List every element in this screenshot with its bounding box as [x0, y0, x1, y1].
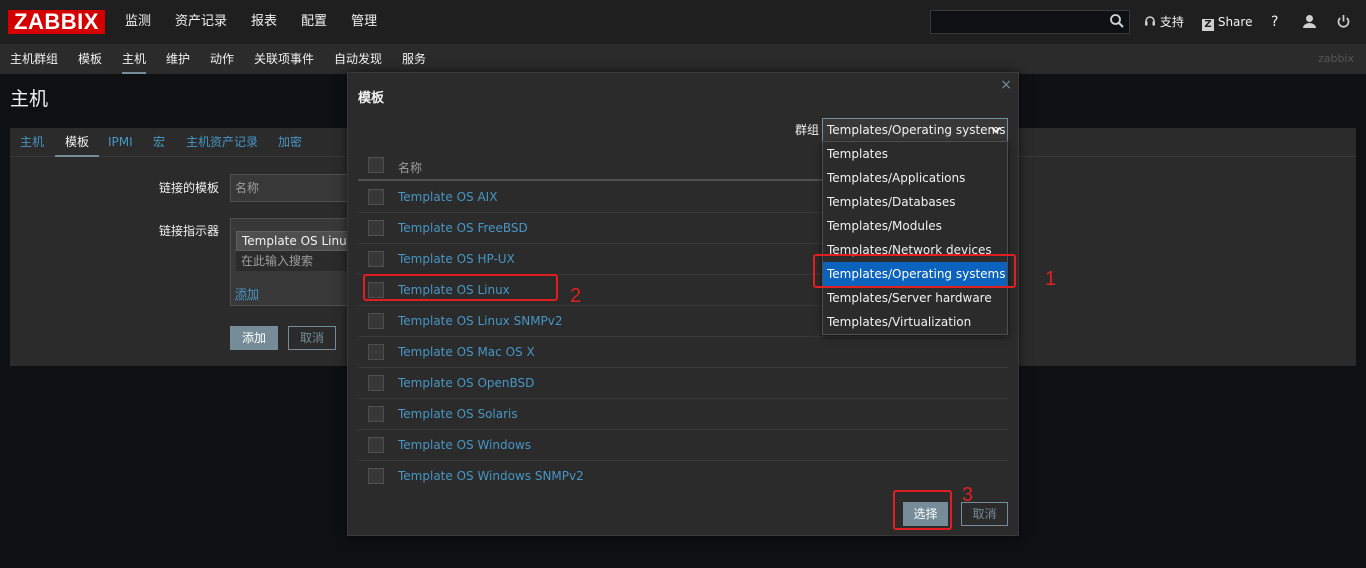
brand-text: zabbix — [1317, 52, 1354, 65]
tab-templates[interactable]: 模板 — [55, 128, 100, 157]
table-row: Template OS Windows SNMPv2 — [358, 461, 1008, 492]
group-dropdown-list: Templates Templates/Applications Templat… — [822, 141, 1008, 335]
submenu-services[interactable]: 服务 — [402, 44, 426, 74]
tab-ipmi[interactable]: IPMI — [108, 128, 133, 157]
row-checkbox[interactable] — [368, 406, 384, 422]
search-icon[interactable] — [1109, 13, 1125, 29]
linked-templates-name-input[interactable]: 名称 — [230, 174, 350, 202]
support-label: 支持 — [1159, 15, 1184, 29]
group-label: 群组 — [795, 123, 820, 137]
headset-icon — [1145, 16, 1155, 26]
help-icon[interactable]: ? — [1271, 0, 1278, 44]
annotation-number-1: 1 — [1045, 268, 1057, 290]
submenu-host-groups[interactable]: 主机群组 — [10, 44, 58, 74]
submenu-templates[interactable]: 模板 — [78, 44, 102, 74]
group-select[interactable]: Templates/Operating systems — [822, 118, 1008, 142]
annotation-box-2 — [363, 274, 558, 301]
dropdown-option[interactable]: Templates/Modules — [823, 214, 1007, 238]
close-icon[interactable]: × — [1000, 77, 1012, 93]
form-add-button[interactable]: 添加 — [230, 326, 278, 350]
global-search-input[interactable] — [930, 10, 1130, 34]
submenu-discovery[interactable]: 自动发现 — [334, 44, 382, 74]
dropdown-option[interactable]: Templates/Databases — [823, 190, 1007, 214]
template-link[interactable]: Template OS Windows — [398, 438, 531, 452]
dialog-title: 模板 — [358, 91, 385, 106]
multiselect-search-input[interactable]: 在此输入搜索 — [236, 251, 348, 271]
dropdown-option[interactable]: Templates/Applications — [823, 166, 1007, 190]
tab-host[interactable]: 主机 — [20, 128, 44, 157]
row-checkbox[interactable] — [368, 375, 384, 391]
dropdown-option[interactable]: Templates/Virtualization — [823, 310, 1007, 334]
menu-configuration[interactable]: 配置 — [301, 0, 327, 44]
share-label: Share — [1217, 15, 1253, 29]
submenu-hosts[interactable]: 主机 — [122, 44, 147, 74]
table-row: Template OS Mac OS X — [358, 337, 1008, 368]
menu-reports[interactable]: 报表 — [251, 0, 277, 44]
template-link[interactable]: Template OS Linux SNMPv2 — [398, 314, 563, 328]
link-indicator-label: 链接指示器 — [159, 224, 220, 238]
share-z-icon: Z — [1202, 19, 1214, 31]
submenu-actions[interactable]: 动作 — [210, 44, 234, 74]
linked-templates-label: 链接的模板 — [159, 181, 220, 195]
main-menu: 监测 资产记录 报表 配置 管理 — [125, 0, 401, 44]
menu-inventory[interactable]: 资产记录 — [175, 0, 227, 44]
menu-administration[interactable]: 管理 — [351, 0, 377, 44]
row-checkbox[interactable] — [368, 313, 384, 329]
sub-menu: 主机群组 模板 主机 维护 动作 关联项事件 自动发现 服务 zabbix — [0, 44, 1366, 74]
tab-encryption[interactable]: 加密 — [278, 128, 302, 157]
template-link[interactable]: Template OS Windows SNMPv2 — [398, 469, 584, 483]
template-link[interactable]: Template OS HP-UX — [398, 252, 515, 266]
row-checkbox[interactable] — [368, 468, 384, 484]
annotation-number-2: 2 — [570, 285, 582, 307]
column-name-header[interactable]: 名称 — [398, 159, 422, 176]
group-select-value: Templates/Operating systems — [827, 123, 1006, 137]
support-link[interactable]: 支持 — [1144, 0, 1184, 44]
row-checkbox[interactable] — [368, 220, 384, 236]
chevron-down-icon — [991, 126, 1001, 134]
template-link[interactable]: Template OS AIX — [398, 190, 497, 204]
template-link[interactable]: Template OS FreeBSD — [398, 221, 528, 235]
table-row: Template OS Windows — [358, 430, 1008, 461]
menu-monitoring[interactable]: 监测 — [125, 0, 151, 44]
annotation-number-3: 3 — [962, 484, 974, 506]
add-link[interactable]: 添加 — [235, 285, 259, 302]
row-checkbox[interactable] — [368, 251, 384, 267]
row-checkbox[interactable] — [368, 189, 384, 205]
sign-out-icon[interactable] — [1336, 14, 1351, 29]
top-navigation-bar: ZABBIX 监测 资产记录 报表 配置 管理 支持 Z Share ? — [0, 0, 1366, 44]
row-checkbox[interactable] — [368, 344, 384, 360]
table-row: Template OS Solaris — [358, 399, 1008, 430]
share-link[interactable]: Z Share — [1202, 0, 1252, 44]
dropdown-option[interactable]: Templates — [823, 142, 1007, 166]
table-row: Template OS OpenBSD — [358, 368, 1008, 399]
template-link[interactable]: Template OS Solaris — [398, 407, 518, 421]
template-link[interactable]: Template OS Mac OS X — [398, 345, 535, 359]
zabbix-logo[interactable]: ZABBIX — [8, 10, 105, 34]
row-checkbox[interactable] — [368, 437, 384, 453]
tab-inventory[interactable]: 主机资产记录 — [186, 128, 258, 157]
template-link[interactable]: Template OS OpenBSD — [398, 376, 534, 390]
page-title: 主机 — [10, 88, 49, 110]
annotation-box-3 — [893, 490, 952, 530]
dropdown-option[interactable]: Templates/Server hardware — [823, 286, 1007, 310]
user-profile-icon[interactable] — [1302, 14, 1317, 29]
selected-template-chip[interactable]: Template OS Linux — [236, 231, 348, 251]
tab-macros[interactable]: 宏 — [153, 128, 165, 157]
submenu-maintenance[interactable]: 维护 — [166, 44, 190, 74]
annotation-box-1 — [813, 254, 1016, 288]
submenu-event-correlation[interactable]: 关联项事件 — [254, 44, 314, 74]
select-all-checkbox[interactable] — [368, 157, 384, 173]
form-cancel-button[interactable]: 取消 — [288, 326, 336, 350]
